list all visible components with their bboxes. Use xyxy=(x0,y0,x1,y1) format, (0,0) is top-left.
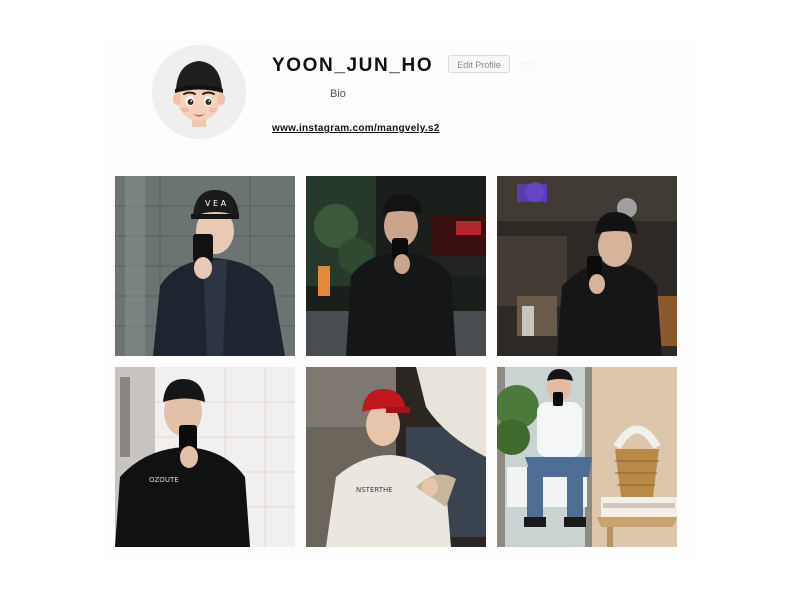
post-tile[interactable] xyxy=(306,176,486,356)
svg-text:NSTERTHE: NSTERTHE xyxy=(356,486,393,494)
post-photo-image xyxy=(497,367,677,547)
svg-text:V E A: V E A xyxy=(205,199,227,208)
edit-profile-button[interactable]: Edit Profile xyxy=(448,55,510,73)
svg-text:OZOUTE: OZOUTE xyxy=(149,476,179,484)
post-tile[interactable]: OZOUTE xyxy=(115,367,295,547)
post-photo-image xyxy=(306,176,486,356)
post-photo-image: NSTERTHE xyxy=(306,367,486,547)
profile-avatar[interactable] xyxy=(152,45,246,139)
profile-website-link[interactable]: www.instagram.com/mangvely.s2 xyxy=(272,123,440,134)
post-photo-image: V E A xyxy=(115,176,295,356)
memoji-avatar-icon xyxy=(152,45,246,139)
post-tile[interactable] xyxy=(497,176,677,356)
profile-bio: Bio xyxy=(330,88,346,100)
post-tile[interactable] xyxy=(497,367,677,547)
post-photo-image xyxy=(497,176,677,356)
more-options-icon[interactable]: ··· xyxy=(519,56,537,72)
post-tile[interactable]: V E A xyxy=(115,176,295,356)
post-tile[interactable]: NSTERTHE xyxy=(306,367,486,547)
profile-username: YOON_JUN_HO xyxy=(272,55,434,76)
post-photo-image: OZOUTE xyxy=(115,367,295,547)
